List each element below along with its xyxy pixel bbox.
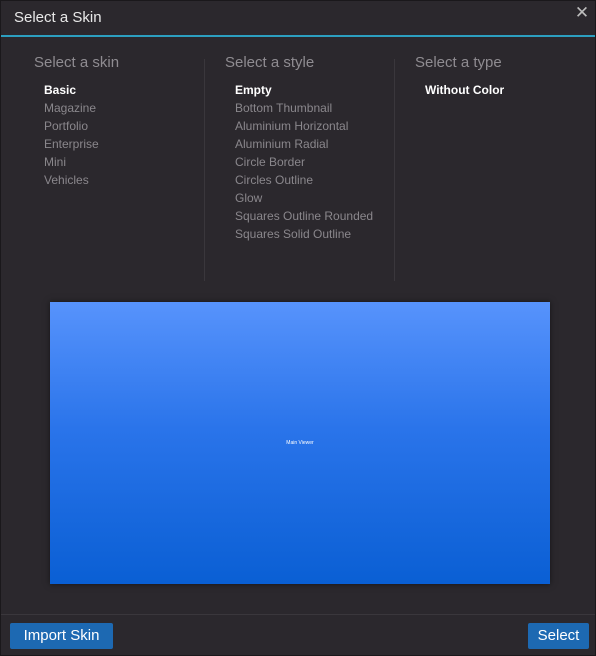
dialog-title: Select a Skin xyxy=(14,9,102,26)
title-accent-line xyxy=(1,35,595,37)
close-icon[interactable]: ✕ xyxy=(573,4,591,22)
type-column: Select a type Without Color xyxy=(415,51,504,99)
skin-list-item[interactable]: Vehicles xyxy=(44,171,119,189)
skin-list-item[interactable]: Enterprise xyxy=(44,135,119,153)
style-list-item[interactable]: Circles Outline xyxy=(235,171,373,189)
style-list-item[interactable]: Squares Solid Outline xyxy=(235,225,373,243)
style-list: Empty Bottom Thumbnail Aluminium Horizonta… xyxy=(225,81,373,243)
style-column-header: Select a style xyxy=(225,54,315,71)
skin-list-item[interactable]: Portfolio xyxy=(44,117,119,135)
column-divider xyxy=(204,59,205,281)
dialog-titlebar: Select a Skin ✕ xyxy=(1,1,595,35)
skin-column: Select a skin Basic Magazine Portfolio Ente… xyxy=(34,51,119,189)
style-list-item[interactable]: Glow xyxy=(235,189,373,207)
style-list-item[interactable]: Empty xyxy=(235,81,373,99)
style-list-item[interactable]: Circle Border xyxy=(235,153,373,171)
footer-divider xyxy=(1,614,595,615)
style-list-item[interactable]: Squares Outline Rounded xyxy=(235,207,373,225)
preview-main-viewer-label: Main Viewer xyxy=(286,440,314,446)
skin-list-item[interactable]: Magazine xyxy=(44,99,119,117)
skin-column-header: Select a skin xyxy=(34,54,120,71)
style-column: Select a style Empty Bottom Thumbnail Alum… xyxy=(225,51,373,243)
skin-list: Basic Magazine Portfolio Enterprise Mini Vehi… xyxy=(34,81,119,189)
style-list-item[interactable]: Aluminium Radial xyxy=(235,135,373,153)
select-skin-dialog: Select a Skin ✕ Select a skin Basic Magaz… xyxy=(0,0,596,656)
select-button[interactable]: Select xyxy=(528,623,589,649)
type-column-header: Select a type xyxy=(415,54,502,71)
style-list-item[interactable]: Bottom Thumbnail xyxy=(235,99,373,117)
skin-preview: Main Viewer xyxy=(50,302,550,584)
style-list-item[interactable]: Aluminium Horizontal xyxy=(235,117,373,135)
skin-list-item[interactable]: Mini xyxy=(44,153,119,171)
type-list: Without Color xyxy=(415,81,504,99)
type-list-item[interactable]: Without Color xyxy=(425,81,504,99)
skin-list-item[interactable]: Basic xyxy=(44,81,119,99)
import-skin-button[interactable]: Import Skin xyxy=(10,623,113,649)
column-divider xyxy=(394,59,395,281)
